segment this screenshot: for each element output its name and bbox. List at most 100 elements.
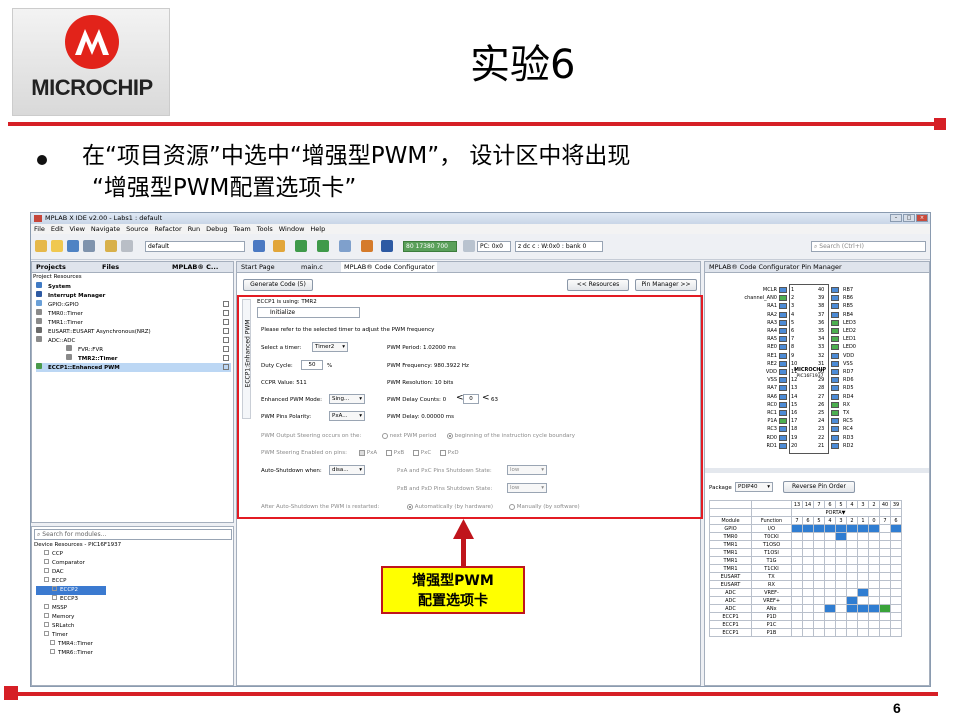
- pin-assign-cell[interactable]: [791, 532, 803, 541]
- pin-assign-cell[interactable]: [879, 564, 891, 573]
- pin-assign-cell[interactable]: [868, 556, 880, 565]
- pin-state-box[interactable]: [831, 442, 839, 449]
- pin-assign-cell[interactable]: [824, 572, 836, 581]
- pin-assign-cell[interactable]: [868, 628, 880, 637]
- remove-resource-icon[interactable]: [223, 355, 229, 361]
- pin-assign-cell[interactable]: [791, 540, 803, 549]
- menu-item-file[interactable]: File: [34, 224, 45, 234]
- pin-assign-cell[interactable]: [835, 540, 847, 549]
- pin-row-left[interactable]: RC1: [707, 409, 789, 417]
- pin-assign-cell[interactable]: [791, 588, 803, 597]
- pin-row-left[interactable]: RA7: [707, 384, 789, 392]
- pin-assign-cell[interactable]: [802, 612, 814, 621]
- pin-row-left[interactable]: MCLR: [707, 286, 789, 294]
- pin-row-left[interactable]: RA1: [707, 302, 789, 310]
- expand-icon[interactable]: [50, 640, 55, 645]
- pin-assign-cell[interactable]: [879, 596, 891, 605]
- pin-assign-cell[interactable]: [868, 532, 880, 541]
- code-configurator-icon[interactable]: [381, 240, 393, 252]
- pin-state-box[interactable]: [779, 336, 787, 343]
- pin-assign-cell[interactable]: [846, 532, 858, 541]
- pin-assign-cell[interactable]: [857, 532, 869, 541]
- redo-icon[interactable]: [121, 240, 133, 252]
- configuration-select[interactable]: default: [145, 241, 245, 252]
- device-tree-item[interactable]: Memory: [36, 613, 231, 622]
- pin-assign-cell[interactable]: [879, 556, 891, 565]
- pin-state-box[interactable]: [831, 319, 839, 326]
- pin-assign-cell[interactable]: [857, 596, 869, 605]
- pin-assign-cell[interactable]: [846, 548, 858, 557]
- project-tree-item[interactable]: ADC::ADC: [36, 336, 231, 345]
- pin-assign-cell[interactable]: [813, 628, 825, 637]
- tab-projects[interactable]: Projects: [36, 262, 66, 272]
- pin-assign-cell[interactable]: [868, 564, 880, 573]
- pin-state-box[interactable]: [779, 426, 787, 433]
- pin-state-box[interactable]: [831, 328, 839, 334]
- pin-assign-cell[interactable]: [802, 564, 814, 573]
- undo-icon[interactable]: [105, 240, 117, 252]
- pin-state-box[interactable]: [831, 369, 839, 375]
- menu-item-help[interactable]: Help: [310, 224, 325, 234]
- lock-icon[interactable]: [824, 524, 836, 533]
- pin-assign-cell[interactable]: [802, 580, 814, 589]
- pin-row-right[interactable]: TX: [831, 409, 891, 417]
- pin-assign-cell[interactable]: [890, 580, 902, 589]
- pin-assign-cell[interactable]: [813, 540, 825, 549]
- remove-resource-icon[interactable]: [223, 346, 229, 352]
- menu-item-tools[interactable]: Tools: [257, 224, 273, 234]
- project-tree-item[interactable]: FVR::FVR: [36, 345, 231, 354]
- pin-assign-cell[interactable]: [879, 612, 891, 621]
- pin-assign-cell[interactable]: [835, 596, 847, 605]
- expand-icon[interactable]: [44, 622, 49, 627]
- expand-icon[interactable]: [44, 613, 49, 618]
- pin-assign-cell[interactable]: [835, 548, 847, 557]
- pin-assign-cell[interactable]: [824, 580, 836, 589]
- pin-assign-cell[interactable]: [890, 548, 902, 557]
- pin-state-box[interactable]: [831, 426, 839, 433]
- remove-resource-icon[interactable]: [223, 337, 229, 343]
- pin-assign-cell[interactable]: [824, 540, 836, 549]
- menu-item-window[interactable]: Window: [279, 224, 305, 234]
- device-tree-item[interactable]: MSSP: [36, 604, 231, 613]
- pin-row-right[interactable]: LED2: [831, 327, 891, 335]
- tab-start-page[interactable]: Start Page: [241, 262, 275, 272]
- expand-icon[interactable]: [44, 550, 49, 555]
- pin-assign-cell[interactable]: [835, 612, 847, 621]
- pin-row-right[interactable]: RX: [831, 401, 891, 409]
- pin-assign-cell[interactable]: [890, 564, 902, 573]
- lock-icon[interactable]: [791, 524, 803, 533]
- pin-row-left[interactable]: RC0: [707, 401, 789, 409]
- pin-row-left[interactable]: RD0: [707, 434, 789, 442]
- pin-assign-cell[interactable]: [824, 612, 836, 621]
- pin-row-right[interactable]: RD5: [831, 384, 891, 392]
- pin-row-right[interactable]: RB4: [831, 311, 891, 319]
- pin-state-box[interactable]: [779, 401, 787, 408]
- project-tree-item[interactable]: EUSART::EUSART Asynchronous(NRZ): [36, 327, 231, 336]
- lock-icon[interactable]: [868, 524, 880, 533]
- menu-item-edit[interactable]: Edit: [51, 224, 64, 234]
- pin-assign-cell[interactable]: [802, 540, 814, 549]
- pin-assign-cell[interactable]: [879, 572, 891, 581]
- pin-assign-cell[interactable]: [868, 620, 880, 629]
- pin-state-box[interactable]: [831, 352, 839, 359]
- pin-row-left[interactable]: VSS: [707, 376, 789, 384]
- pin-row-right[interactable]: RC5: [831, 417, 891, 425]
- remove-resource-icon[interactable]: [223, 328, 229, 334]
- pin-assign-cell[interactable]: [835, 580, 847, 589]
- remove-resource-icon[interactable]: [223, 319, 229, 325]
- pin-assign-cell[interactable]: [890, 556, 902, 565]
- pin-assign-cell[interactable]: [879, 580, 891, 589]
- quick-search-input[interactable]: ⌕ Search (Ctrl+I): [811, 241, 926, 252]
- pin-assign-cell[interactable]: [835, 572, 847, 581]
- pin-state-box[interactable]: [831, 401, 839, 408]
- pin-assign-cell[interactable]: [890, 588, 902, 597]
- pin-row-left[interactable]: RA2: [707, 311, 789, 319]
- lock-icon[interactable]: [802, 524, 814, 533]
- pin-assign-cell[interactable]: [868, 588, 880, 597]
- pin-assign-cell[interactable]: [791, 628, 803, 637]
- menu-item-view[interactable]: View: [69, 224, 84, 234]
- close-icon[interactable]: ×: [916, 214, 928, 222]
- pin-row-left[interactable]: RE0: [707, 343, 789, 351]
- pin-assign-cell[interactable]: [857, 572, 869, 581]
- lock-icon[interactable]: [835, 532, 847, 541]
